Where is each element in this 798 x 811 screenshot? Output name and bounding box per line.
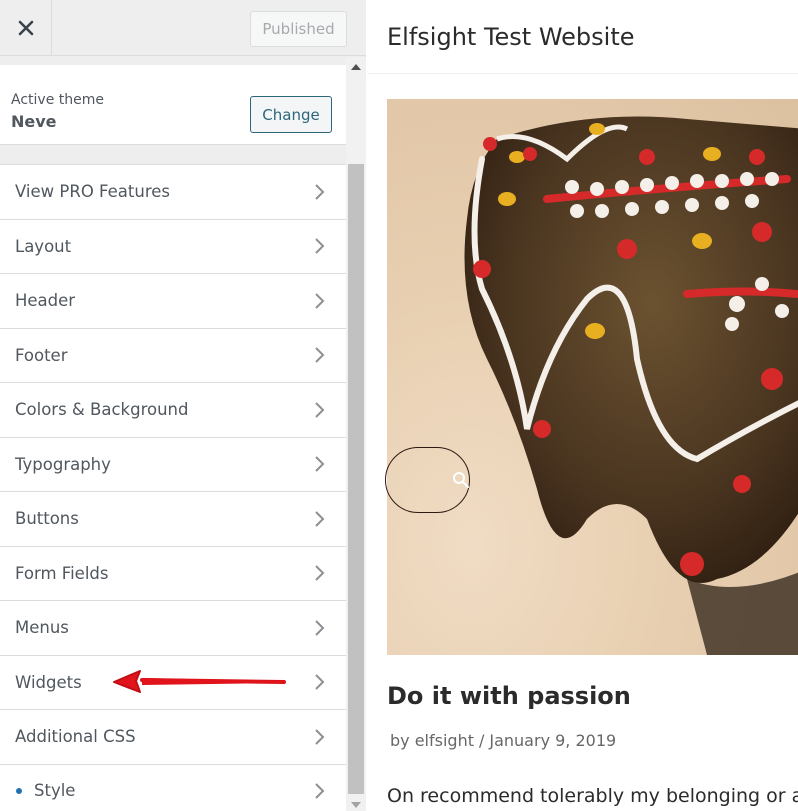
menu-item-label: Header xyxy=(15,291,76,311)
featured-image[interactable] xyxy=(387,99,798,655)
meta-separator: / xyxy=(478,731,485,750)
post-title[interactable]: Do it with passion xyxy=(387,682,631,710)
site-title[interactable]: Elfsight Test Website xyxy=(387,23,635,51)
menu-item-label: View PRO Features xyxy=(15,182,170,202)
chevron-right-icon xyxy=(315,293,325,309)
post-date[interactable]: January 9, 2019 xyxy=(489,731,616,750)
scroll-up-arrow-icon[interactable] xyxy=(351,64,361,70)
chevron-right-icon xyxy=(315,347,325,363)
chevron-right-icon xyxy=(315,674,325,690)
customizer-screen: Published Active theme Neve Change View … xyxy=(0,0,798,811)
chevron-right-icon xyxy=(315,456,325,472)
active-theme-section: Active theme Neve Change xyxy=(0,65,346,145)
menu-item-view-pro-features[interactable]: View PRO Features xyxy=(0,164,346,219)
post-author[interactable]: by elfsight xyxy=(390,731,474,750)
menu-item-label: Widgets xyxy=(15,672,82,692)
sidebar-scrollbar[interactable] xyxy=(346,57,366,811)
menu-item-buttons[interactable]: Buttons xyxy=(0,491,346,546)
menu-item-colors-background[interactable]: Colors & Background xyxy=(0,382,346,437)
menu-item-additional-css[interactable]: Additional CSS xyxy=(0,709,346,764)
menu-item-style[interactable]: Style xyxy=(0,763,346,811)
menu-item-label: Style xyxy=(34,781,76,801)
menu-item-label: Menus xyxy=(15,618,69,638)
chevron-right-icon xyxy=(315,238,325,254)
customizer-sidebar: Published Active theme Neve Change View … xyxy=(0,0,366,811)
menu-item-typography[interactable]: Typography xyxy=(0,436,346,491)
menu-item-footer[interactable]: Footer xyxy=(0,327,346,382)
menu-item-layout[interactable]: Layout xyxy=(0,218,346,273)
menu-item-label: Typography xyxy=(15,454,111,474)
change-theme-button[interactable]: Change xyxy=(250,96,332,133)
menu-item-form-fields[interactable]: Form Fields xyxy=(0,545,346,600)
search-icon[interactable] xyxy=(452,471,470,489)
post-meta: by elfsight / January 9, 2019 xyxy=(390,731,616,750)
chevron-right-icon xyxy=(315,184,325,200)
active-theme-label: Active theme xyxy=(11,92,104,108)
site-preview: Elfsight Test Website Do it with passion… xyxy=(367,0,798,811)
panel-scroll-area: Active theme Neve Change View PRO Featur… xyxy=(0,57,346,811)
site-header: Elfsight Test Website xyxy=(367,0,798,74)
chevron-right-icon xyxy=(315,729,325,745)
menu-item-label: Footer xyxy=(15,345,68,365)
chevron-right-icon xyxy=(315,511,325,527)
published-button[interactable]: Published xyxy=(250,11,347,47)
gingerbread-cookie-image xyxy=(464,116,798,655)
menu-item-widgets[interactable]: Widgets xyxy=(0,654,346,709)
menu-item-label: Layout xyxy=(15,236,72,256)
customizer-topbar: Published xyxy=(0,0,366,56)
scroll-down-arrow-icon[interactable] xyxy=(351,802,361,808)
menu-item-header[interactable]: Header xyxy=(0,273,346,328)
status-dot-icon xyxy=(16,787,22,794)
active-theme-name: Neve xyxy=(11,112,57,131)
customizer-menu: View PRO Features Layout Header Footer C… xyxy=(0,164,346,811)
chevron-right-icon xyxy=(315,402,325,418)
menu-item-label: Additional CSS xyxy=(15,727,136,747)
menu-item-menus[interactable]: Menus xyxy=(0,600,346,655)
close-icon xyxy=(18,20,33,36)
menu-item-label: Colors & Background xyxy=(15,400,189,420)
chevron-right-icon xyxy=(315,783,325,799)
menu-item-label: Form Fields xyxy=(15,563,109,583)
chevron-right-icon xyxy=(315,620,325,636)
menu-item-label: Buttons xyxy=(15,509,79,529)
chevron-right-icon xyxy=(315,565,325,581)
post-excerpt: On recommend tolerably my belonging or a… xyxy=(387,785,798,807)
scrollbar-thumb[interactable] xyxy=(348,164,364,794)
close-button[interactable] xyxy=(0,0,52,56)
